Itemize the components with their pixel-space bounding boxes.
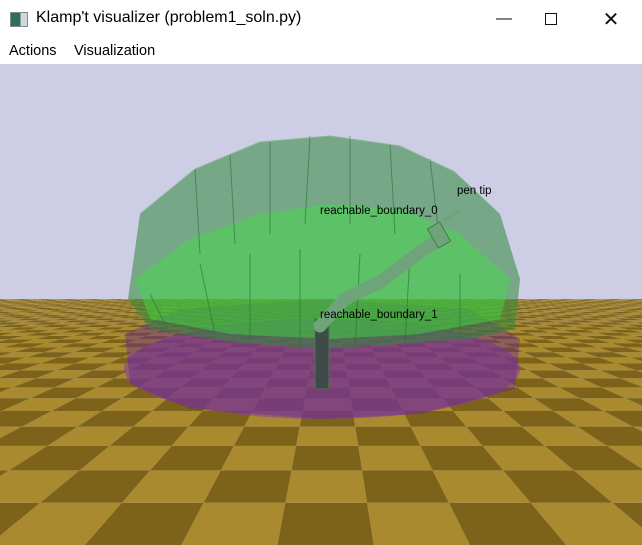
pen-tip-label: pen tip (457, 185, 492, 197)
minimize-icon: — (496, 10, 512, 27)
scene-canvas[interactable] (0, 64, 642, 545)
app-icon (10, 12, 28, 27)
floor-tile (291, 445, 363, 471)
floor-tile (220, 445, 297, 471)
close-button[interactable]: ✕ (588, 0, 634, 38)
maximize-button[interactable] (528, 0, 574, 38)
reachable-boundary-0-label: reachable_boundary_0 (320, 205, 438, 217)
floor-tile (285, 470, 368, 503)
minimize-button[interactable]: — (481, 0, 527, 38)
floor-tile (358, 445, 433, 471)
floor-tile (355, 426, 421, 446)
floor-tile (296, 426, 359, 446)
floor-tile (277, 502, 374, 545)
3d-viewport[interactable]: pen tip reachable_boundary_0 reachable_b… (0, 64, 642, 545)
close-icon: ✕ (602, 8, 620, 31)
title-bar: Klamp't visualizer (problem1_soln.py) — … (0, 0, 642, 38)
window-title: Klamp't visualizer (problem1_soln.py) (36, 9, 302, 26)
reachable-boundary-1-label: reachable_boundary_1 (320, 309, 438, 321)
menu-visualization[interactable]: Visualization (74, 43, 155, 59)
floor-tile (233, 426, 300, 446)
menu-actions[interactable]: Actions (9, 43, 57, 59)
menu-bar: Actions Visualization (0, 38, 642, 64)
maximize-icon (545, 13, 557, 25)
